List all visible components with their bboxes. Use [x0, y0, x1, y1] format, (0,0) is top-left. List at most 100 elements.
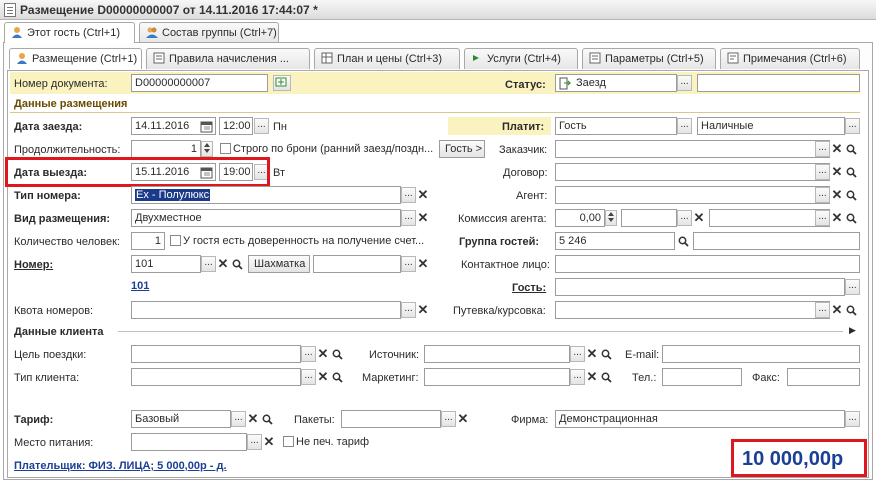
payment-method-select-button[interactable]: ... — [845, 118, 860, 134]
agent-commission-type-field[interactable] — [621, 209, 677, 227]
phone-field[interactable] — [662, 368, 742, 386]
no-print-tariff-checkbox[interactable] — [283, 436, 294, 447]
company-select-button[interactable]: ... — [845, 411, 860, 427]
room-search-icon[interactable] — [231, 256, 243, 272]
room-field[interactable]: 101 — [131, 255, 201, 273]
accommodation-type-field[interactable]: Двухместное — [131, 209, 401, 227]
room-clear-icon[interactable]: ✕ — [217, 256, 229, 272]
room-extra-select-button[interactable]: ... — [401, 256, 416, 272]
tab-this-guest[interactable]: Этот гость (Ctrl+1) — [4, 22, 135, 43]
source-select-button[interactable]: ... — [570, 346, 585, 362]
guest-field[interactable] — [555, 278, 845, 296]
tab-notes[interactable]: Примечания (Ctrl+6) — [720, 48, 860, 69]
meal-place-field[interactable] — [131, 433, 247, 451]
packages-select-button[interactable]: ... — [441, 411, 456, 427]
guest-group-search-icon[interactable] — [677, 233, 689, 249]
meal-place-select-button[interactable]: ... — [247, 434, 262, 450]
room-type-clear-icon[interactable]: ✕ — [417, 187, 429, 203]
agent-commission-type-clear-icon[interactable]: ✕ — [693, 210, 705, 226]
agent-commission-extra-search-icon[interactable] — [845, 210, 857, 226]
tab-services[interactable]: Услуги (Ctrl+4) — [464, 48, 578, 69]
accommodation-type-clear-icon[interactable]: ✕ — [417, 210, 429, 226]
agent-clear-icon[interactable]: ✕ — [831, 187, 843, 203]
source-field[interactable] — [424, 345, 570, 363]
room-type-select-button[interactable]: ... — [401, 187, 416, 203]
tab-charge-rules[interactable]: Правила начисления ... — [146, 48, 310, 69]
chess-board-button[interactable]: Шахматка — [248, 255, 310, 273]
tariff-search-icon[interactable] — [261, 411, 273, 427]
doc-number-action-button[interactable] — [273, 75, 291, 91]
voucher-select-button[interactable]: ... — [815, 302, 830, 318]
agent-select-button[interactable]: ... — [815, 187, 830, 203]
marketing-select-button[interactable]: ... — [570, 369, 585, 385]
expand-arrow-icon[interactable]: ▶ — [849, 325, 856, 336]
doc-number-field[interactable]: D00000000007 — [131, 74, 268, 92]
voucher-field[interactable] — [555, 301, 830, 319]
payer-select-button[interactable]: ... — [677, 118, 692, 134]
agent-commission-type-button[interactable]: ... — [677, 210, 692, 226]
room-select-button[interactable]: ... — [201, 256, 216, 272]
source-clear-icon[interactable]: ✕ — [586, 346, 598, 362]
room-extra-field[interactable] — [313, 255, 401, 273]
power-of-attorney-checkbox[interactable] — [170, 235, 181, 246]
source-search-icon[interactable] — [600, 346, 612, 362]
trip-purpose-select-button[interactable]: ... — [301, 346, 316, 362]
agent-commission-extra-field[interactable] — [709, 209, 830, 227]
marketing-clear-icon[interactable]: ✕ — [586, 369, 598, 385]
room-link[interactable]: 101 — [131, 280, 149, 292]
payer-link[interactable]: Плательщик: ФИЗ. ЛИЦА; 5 000,00р - д. — [14, 460, 227, 472]
room-quota-select-button[interactable]: ... — [401, 302, 416, 318]
tariff-clear-icon[interactable]: ✕ — [247, 411, 259, 427]
trip-purpose-field[interactable] — [131, 345, 301, 363]
contact-person-field[interactable] — [555, 255, 860, 273]
duration-spinner[interactable] — [201, 141, 213, 157]
room-quota-clear-icon[interactable]: ✕ — [417, 302, 429, 318]
room-type-field[interactable]: Ex - Полулюкс — [131, 186, 401, 204]
room-extra-clear-icon[interactable]: ✕ — [417, 256, 429, 272]
people-count-field[interactable]: 1 — [131, 232, 165, 250]
status-field[interactable]: Заезд — [555, 74, 677, 92]
tariff-select-button[interactable]: ... — [231, 411, 246, 427]
guest-button[interactable]: Гость > — [439, 140, 485, 158]
accommodation-type-select-button[interactable]: ... — [401, 210, 416, 226]
status-extra-field[interactable] — [697, 74, 860, 92]
customer-clear-icon[interactable]: ✕ — [831, 141, 843, 157]
guest-select-button[interactable]: ... — [845, 279, 860, 295]
client-type-select-button[interactable]: ... — [301, 369, 316, 385]
checkin-time-button[interactable]: ... — [254, 118, 269, 134]
tab-parameters[interactable]: Параметры (Ctrl+5) — [582, 48, 716, 69]
checkin-time-field[interactable]: 12:00 — [219, 117, 253, 135]
agent-commission-extra-clear-icon[interactable]: ✕ — [831, 210, 843, 226]
guest-group-field[interactable]: 5 246 — [555, 232, 675, 250]
fax-field[interactable] — [787, 368, 860, 386]
guest-group-extra-field[interactable] — [693, 232, 860, 250]
trip-purpose-search-icon[interactable] — [331, 346, 343, 362]
customer-select-button[interactable]: ... — [815, 141, 830, 157]
agent-commission-extra-button[interactable]: ... — [815, 210, 830, 226]
packages-clear-icon[interactable]: ✕ — [457, 411, 469, 427]
client-type-clear-icon[interactable]: ✕ — [317, 369, 329, 385]
agent-search-icon[interactable] — [845, 187, 857, 203]
company-field[interactable]: Демонстрационная — [555, 410, 845, 428]
tab-plan-prices[interactable]: План и цены (Ctrl+3) — [314, 48, 460, 69]
strict-booking-checkbox[interactable] — [220, 143, 231, 154]
marketing-search-icon[interactable] — [600, 369, 612, 385]
customer-field[interactable] — [555, 140, 830, 158]
packages-field[interactable] — [341, 410, 441, 428]
tariff-field[interactable]: Базовый — [131, 410, 231, 428]
agent-commission-spinner[interactable] — [605, 210, 617, 226]
customer-search-icon[interactable] — [845, 141, 857, 157]
voucher-search-icon[interactable] — [845, 302, 857, 318]
duration-field[interactable]: 1 — [131, 140, 201, 158]
room-quota-field[interactable] — [131, 301, 401, 319]
calendar-icon[interactable] — [200, 120, 213, 133]
tab-group-members[interactable]: Состав группы (Ctrl+7) — [139, 22, 279, 43]
agent-commission-field[interactable]: 0,00 — [555, 209, 605, 227]
contract-field[interactable] — [555, 163, 830, 181]
contract-clear-icon[interactable]: ✕ — [831, 164, 843, 180]
client-type-field[interactable] — [131, 368, 301, 386]
payer-field[interactable]: Гость — [555, 117, 677, 135]
agent-field[interactable] — [555, 186, 830, 204]
contract-select-button[interactable]: ... — [815, 164, 830, 180]
meal-place-clear-icon[interactable]: ✕ — [263, 434, 275, 450]
